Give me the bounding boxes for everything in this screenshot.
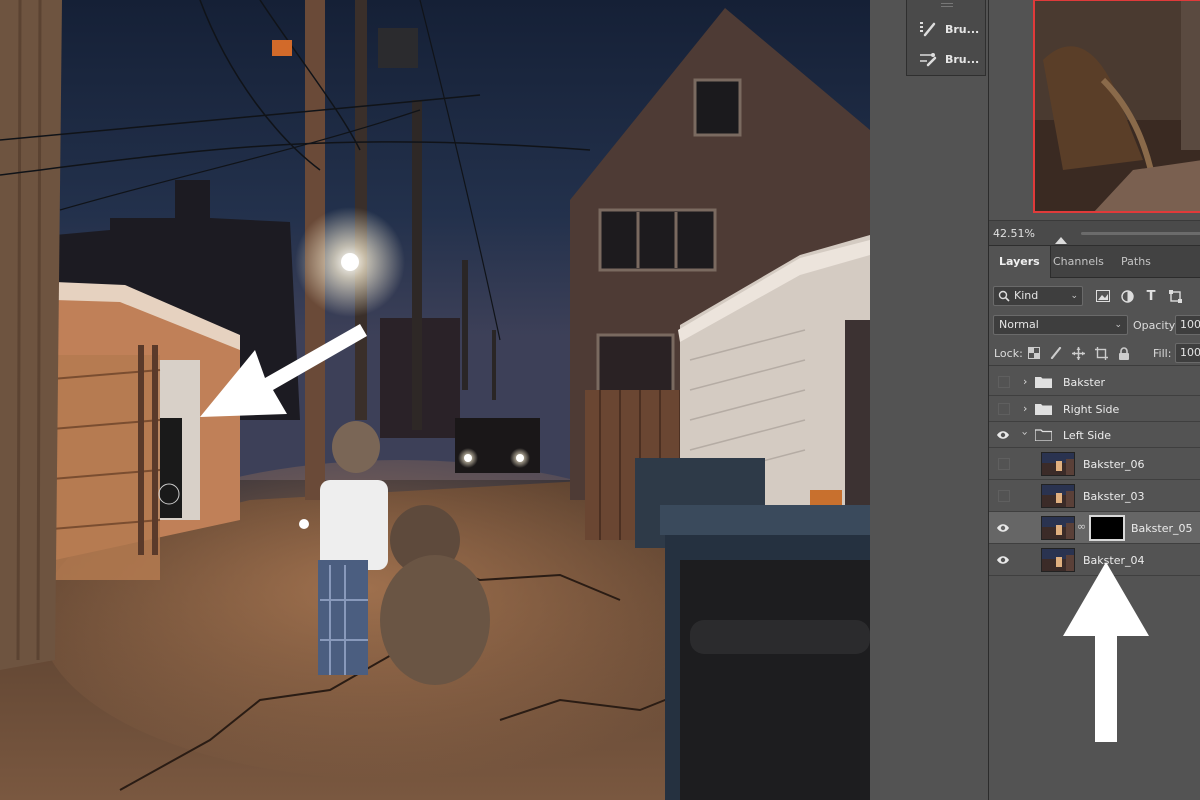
tab-layers[interactable]: Layers (989, 246, 1051, 278)
zoom-slider[interactable] (1081, 232, 1200, 235)
eye-icon[interactable] (996, 428, 1010, 442)
layer-name: Left Side (1063, 429, 1111, 442)
blend-mode-value: Normal (999, 318, 1039, 331)
lock-transparent-pixels-icon[interactable] (1027, 346, 1041, 360)
layer-name: Bakster_06 (1083, 458, 1145, 471)
navigator-thumbnail[interactable] (1033, 0, 1200, 213)
layers-panel-tabs: Layers Channels Paths (989, 246, 1200, 278)
layer-thumbnail (1041, 516, 1075, 540)
photoshop-window: Bru... Bru... 42.51% Layers Channels Pat… (0, 0, 1200, 800)
layer-group-right-side[interactable]: › Right Side (989, 396, 1200, 422)
mask-link-icon[interactable]: ∞ (1077, 520, 1086, 533)
right-panel-dock: 42.51% Layers Channels Paths Kind ⌄ T No… (988, 0, 1200, 800)
folder-open-icon (1035, 429, 1052, 441)
alley-photo (0, 0, 870, 800)
layer-name: Bakster_04 (1083, 554, 1145, 567)
filter-pixel-icon[interactable] (1095, 288, 1111, 304)
layer-bakster-06[interactable]: Bakster_06 (989, 448, 1200, 480)
layer-group-left-side[interactable]: › Left Side (989, 422, 1200, 448)
tab-paths[interactable]: Paths (1111, 246, 1161, 278)
visibility-toggle[interactable] (998, 490, 1010, 502)
folder-icon (1035, 377, 1052, 388)
lock-position-icon[interactable] (1071, 346, 1085, 360)
folder-icon (1035, 404, 1052, 415)
zoom-level[interactable]: 42.51% (993, 227, 1035, 240)
filter-shape-icon[interactable] (1167, 288, 1183, 304)
layer-name: Bakster_05 (1131, 522, 1193, 535)
lock-image-pixels-icon[interactable] (1049, 346, 1063, 360)
chevron-right-icon[interactable]: › (1023, 402, 1027, 415)
lock-all-icon[interactable] (1117, 346, 1131, 360)
blend-mode-select[interactable]: Normal ⌄ (993, 315, 1128, 335)
panel-grip-icon[interactable] (941, 3, 953, 7)
layer-bakster-04[interactable]: Bakster_04 (989, 544, 1200, 576)
chevron-right-icon[interactable]: › (1023, 375, 1027, 388)
navigator-zoom-bar: 42.51% (989, 220, 1200, 246)
visibility-toggle[interactable] (998, 403, 1010, 415)
filter-adjustment-icon[interactable] (1119, 288, 1135, 304)
layer-thumbnail (1041, 548, 1075, 572)
document-canvas[interactable] (0, 0, 870, 800)
layer-name: Right Side (1063, 403, 1120, 416)
lock-label: Lock: (994, 347, 1023, 360)
layer-filter-row: Kind ⌄ T (989, 280, 1200, 312)
opacity-label: Opacity: (1133, 319, 1179, 332)
fill-input[interactable]: 100% (1175, 343, 1200, 363)
layer-name: Bakster (1063, 376, 1105, 389)
layer-mask-thumbnail[interactable] (1089, 515, 1125, 541)
brush-presets-button[interactable]: Bru... (907, 14, 987, 44)
visibility-toggle[interactable] (998, 376, 1010, 388)
layer-thumbnail (1041, 452, 1075, 476)
brush-settings-label: Bru... (945, 52, 980, 66)
visibility-toggle[interactable] (998, 458, 1010, 470)
navigator-panel (989, 0, 1200, 220)
blend-row: Normal ⌄ Opacity: 100% (989, 312, 1200, 338)
chevron-down-icon[interactable]: › (1019, 431, 1032, 435)
brush-mini-panel: Bru... Bru... (906, 0, 986, 76)
opacity-input[interactable]: 100% (1175, 315, 1200, 335)
brush-presets-label: Bru... (945, 22, 980, 36)
chevron-down-icon: ⌄ (1070, 291, 1078, 301)
layer-thumbnail (1041, 484, 1075, 508)
brush-settings-button[interactable]: Bru... (907, 44, 987, 74)
lock-artboard-icon[interactable] (1094, 346, 1108, 360)
layer-group-bakster[interactable]: › Bakster (989, 368, 1200, 396)
layer-name: Bakster_03 (1083, 490, 1145, 503)
brush-settings-icon (917, 48, 939, 70)
eye-icon[interactable] (996, 553, 1010, 567)
brush-presets-icon (917, 18, 939, 40)
eye-icon[interactable] (996, 521, 1010, 535)
filter-kind-label: Kind (1014, 289, 1039, 302)
annotation-arrow-up (1063, 562, 1149, 742)
chevron-down-icon: ⌄ (1114, 320, 1122, 330)
fill-label: Fill: (1153, 347, 1172, 360)
layer-bakster-03[interactable]: Bakster_03 (989, 480, 1200, 512)
tab-channels[interactable]: Channels (1043, 246, 1114, 278)
panel-gutter (870, 0, 988, 800)
search-icon (998, 290, 1010, 308)
filter-kind-select[interactable]: Kind ⌄ (993, 286, 1083, 306)
lock-row: Lock: Fill: 100% (989, 340, 1200, 366)
layer-bakster-05[interactable]: ∞ Bakster_05 (989, 512, 1200, 544)
filter-type-icon[interactable]: T (1143, 288, 1159, 304)
